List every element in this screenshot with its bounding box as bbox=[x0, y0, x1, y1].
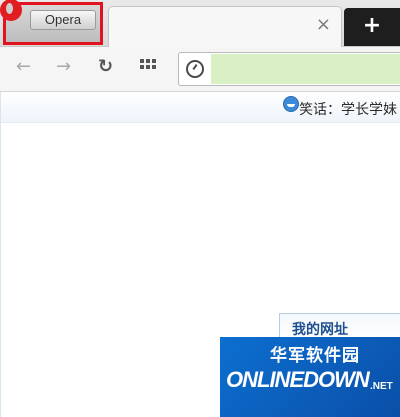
site-info-icon[interactable] bbox=[186, 60, 204, 78]
navigation-toolbar: ← → ↻ bbox=[0, 47, 400, 92]
back-button[interactable]: ← bbox=[16, 57, 31, 77]
reload-button[interactable]: ↻ bbox=[98, 57, 113, 77]
forward-button[interactable]: → bbox=[56, 57, 71, 77]
address-input[interactable] bbox=[211, 54, 400, 84]
smiley-icon bbox=[283, 96, 299, 112]
speed-dial-button[interactable] bbox=[140, 59, 156, 75]
tab-strip: Opera × + bbox=[0, 0, 400, 47]
speed-dial-icon-dot bbox=[146, 59, 150, 63]
joke-link[interactable]: 笑话：学长学妹 bbox=[299, 99, 397, 119]
watermark-logo: 华军软件园 ONLINEDOWN .NET bbox=[220, 337, 400, 417]
speed-dial-icon-dot bbox=[140, 65, 144, 69]
opera-logo-icon bbox=[0, 0, 22, 21]
new-tab-button[interactable]: + bbox=[344, 8, 400, 46]
watermark-cn: 华军软件园 bbox=[270, 346, 360, 366]
my-sites-title[interactable]: 我的网址 bbox=[292, 319, 348, 339]
speed-dial-icon-dot bbox=[152, 65, 156, 69]
joke-bar: 笑话：学长学妹 bbox=[1, 92, 400, 123]
speed-dial-icon bbox=[140, 59, 144, 63]
speed-dial-icon-dot bbox=[152, 59, 156, 63]
tab-close-button[interactable]: × bbox=[316, 16, 331, 34]
opera-menu-button[interactable]: Opera bbox=[0, 0, 103, 45]
opera-menu-label: Opera bbox=[30, 10, 96, 30]
address-bar[interactable] bbox=[178, 52, 400, 86]
watermark-en: ONLINEDOWN bbox=[226, 367, 370, 392]
tab-active[interactable]: × bbox=[108, 6, 342, 47]
watermark-tld: .NET bbox=[370, 381, 393, 392]
speed-dial-icon-dot bbox=[146, 65, 150, 69]
